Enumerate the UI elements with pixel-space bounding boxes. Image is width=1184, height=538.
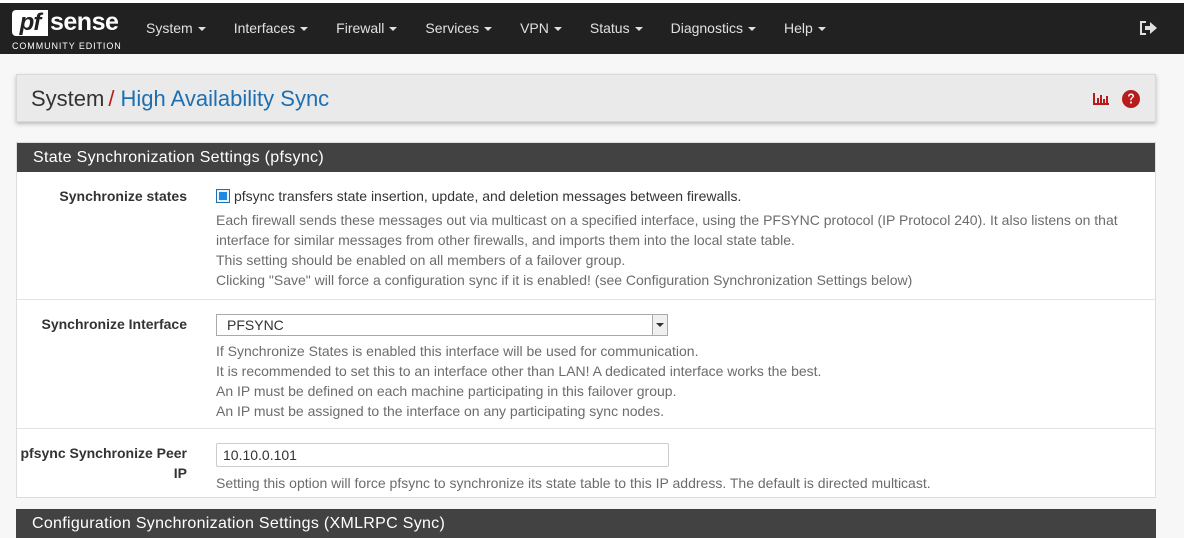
sync-states-label: Synchronize states: [59, 188, 187, 204]
nav-services[interactable]: Services: [411, 3, 506, 54]
sync-peer-label: pfsync Synchronize Peer IP: [17, 443, 187, 483]
nav-status-label: Status: [589, 20, 630, 36]
config-sync-panel-title: Configuration Synchronization Settings (…: [16, 509, 1156, 538]
nav-system[interactable]: System: [132, 3, 220, 54]
caret-down-icon: [553, 27, 562, 32]
nav-diagnostics-label: Diagnostics: [670, 20, 743, 36]
help-line: An IP must be defined on each machine pa…: [216, 383, 677, 399]
caret-down-icon: [484, 27, 493, 32]
sync-peer-input[interactable]: [216, 443, 669, 467]
nav-services-label: Services: [425, 20, 480, 36]
nav-vpn[interactable]: VPN: [506, 3, 576, 54]
nav-system-label: System: [146, 20, 193, 36]
sync-states-checkbox-wrap[interactable]: pfsync transfers state insertion, update…: [216, 186, 1141, 206]
sync-interface-field: PFSYNC If Synchronize States is enabled …: [216, 314, 1141, 421]
sync-peer-field: Setting this option will force pfsync to…: [216, 443, 1141, 493]
caret-down-icon: [197, 27, 206, 32]
sync-interface-help: If Synchronize States is enabled this in…: [216, 341, 1141, 421]
help-line: This setting should be enabled on all me…: [216, 252, 626, 268]
nav-firewall[interactable]: Firewall: [322, 3, 411, 54]
breadcrumb-actions: [1091, 89, 1141, 109]
sync-states-checkbox[interactable]: [216, 189, 230, 203]
caret-down-icon: [747, 27, 756, 32]
nav-status[interactable]: Status: [576, 3, 657, 54]
top-navbar: pf sense COMMUNITY EDITION System Interf…: [0, 0, 1184, 54]
help-circle-icon[interactable]: [1121, 89, 1141, 109]
breadcrumb-current[interactable]: High Availability Sync: [120, 86, 329, 111]
sync-interface-select[interactable]: PFSYNC: [216, 314, 668, 336]
sync-peer-row: pfsync Synchronize Peer IP Setting this …: [17, 429, 1155, 497]
sign-out-icon[interactable]: [1138, 19, 1158, 37]
sync-states-checkbox-label[interactable]: pfsync transfers state insertion, update…: [234, 188, 741, 204]
breadcrumb-panel: System / High Availability Sync: [16, 74, 1156, 122]
state-sync-panel: State Synchronization Settings (pfsync) …: [16, 142, 1156, 498]
pfsense-logo[interactable]: pf sense COMMUNITY EDITION: [12, 7, 122, 53]
nav-help-label: Help: [783, 20, 813, 36]
breadcrumb-root[interactable]: System: [31, 86, 104, 111]
help-line: interface for similar messages from othe…: [216, 232, 795, 248]
breadcrumb: System / High Availability Sync: [31, 75, 329, 123]
caret-down-icon: [300, 27, 309, 32]
sync-states-row: Synchronize states pfsync transfers stat…: [17, 172, 1155, 300]
state-sync-panel-title: State Synchronization Settings (pfsync): [17, 143, 1155, 172]
chevron-down-icon[interactable]: [652, 315, 667, 335]
nav-firewall-label: Firewall: [336, 20, 385, 36]
logo-pf-text: pf: [12, 10, 48, 36]
nav-help[interactable]: Help: [770, 3, 840, 54]
bar-chart-icon[interactable]: [1091, 89, 1111, 109]
caret-down-icon: [634, 27, 643, 32]
sync-states-help: Each firewall sends these messages out v…: [216, 210, 1141, 290]
sync-peer-label-line2: IP: [173, 465, 187, 481]
sync-interface-value: PFSYNC: [227, 317, 284, 333]
help-line: Clicking "Save" will force a configurati…: [216, 272, 913, 288]
help-line: If Synchronize States is enabled this in…: [216, 343, 699, 359]
nav-diagnostics[interactable]: Diagnostics: [657, 3, 770, 54]
nav-interfaces[interactable]: Interfaces: [220, 3, 322, 54]
sync-peer-help: Setting this option will force pfsync to…: [216, 475, 931, 491]
caret-down-icon: [817, 27, 826, 32]
logo-sense-text: sense: [50, 8, 119, 36]
sync-states-field: pfsync transfers state insertion, update…: [216, 186, 1141, 290]
help-line: An IP must be assigned to the interface …: [216, 403, 665, 419]
help-line: Each firewall sends these messages out v…: [216, 212, 1118, 228]
caret-down-icon: [389, 27, 398, 32]
nav-vpn-label: VPN: [520, 20, 549, 36]
help-line: It is recommended to set this to an inte…: [216, 363, 822, 379]
main-nav: System Interfaces Firewall Services VPN …: [132, 3, 840, 54]
sync-interface-label: Synchronize Interface: [41, 316, 188, 332]
breadcrumb-separator: /: [108, 86, 115, 111]
edition-label: COMMUNITY EDITION: [12, 41, 122, 51]
sync-interface-row: Synchronize Interface PFSYNC If Synchron…: [17, 300, 1155, 429]
sync-peer-label-line1: pfsync Synchronize Peer: [20, 445, 187, 461]
nav-interfaces-label: Interfaces: [233, 20, 296, 36]
